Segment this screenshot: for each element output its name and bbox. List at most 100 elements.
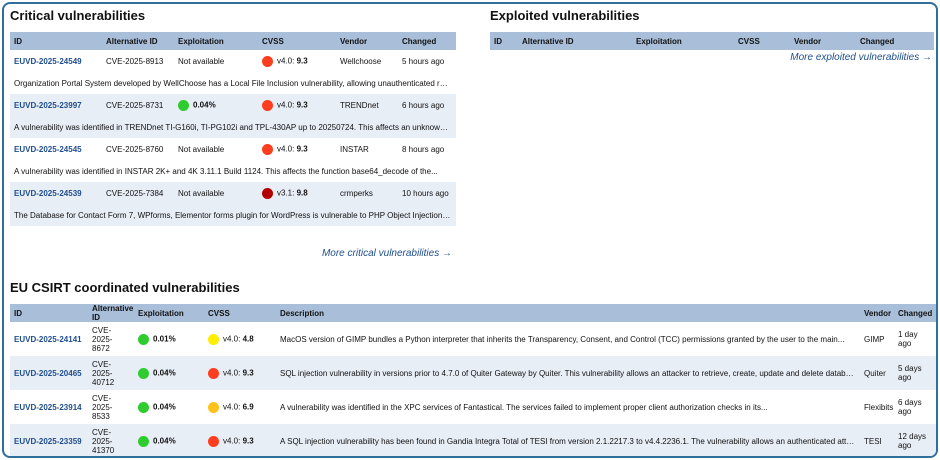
col-header-changed: Changed (398, 32, 456, 50)
eu-csirt-section-title: EU CSIRT coordinated vulnerabilities (10, 280, 240, 295)
col-header-exploitation: Exploitation (134, 304, 204, 322)
col-header-alt-id: Alternative ID (88, 304, 134, 322)
table-row[interactable]: EUVD-2025-23997 CVE-2025-8731 0.04% v4.0: 9… (10, 94, 456, 116)
exploitation-cell: 0.04% (134, 356, 204, 390)
cvss-cell: v4.0: 9.3 (258, 138, 336, 160)
vulnerability-id-link[interactable]: EUVD-2025-23997 (14, 101, 82, 110)
vendor-cell: GIMP (864, 334, 885, 344)
exploitation-value: Not available (178, 56, 225, 66)
table-row[interactable]: EUVD-2025-24545 CVE-2025-8760 Not availabl… (10, 138, 456, 160)
description-cell: The Database for Contact Form 7, WPforms… (10, 204, 456, 226)
cvss-cell: v4.0: 4.8 (204, 322, 276, 356)
exploitation-value: 0.04% (153, 368, 176, 378)
exploitation-value: Not available (178, 188, 225, 198)
exploitation-indicator-icon (138, 401, 149, 413)
alt-id-cell: CVE-2025-8913 (106, 56, 164, 66)
exploitation-value: 0.04% (193, 100, 216, 110)
exploitation-cell: Not available (174, 182, 258, 204)
exploitation-value: 0.04% (153, 402, 176, 412)
col-header-cvss: CVSS (204, 304, 276, 322)
col-header-cvss: CVSS (734, 32, 790, 50)
eu-csirt-table: ID Alternative ID Exploitation CVSS Desc… (10, 304, 936, 456)
alt-id-cell: CVE-2025-40712 (88, 356, 134, 390)
table-row[interactable]: EUVD-2025-24549 CVE-2025-8913 Not availabl… (10, 50, 456, 72)
changed-cell: 10 hours ago (398, 182, 456, 204)
cvss-score: 9.3 (296, 56, 308, 66)
col-header-changed: Changed (856, 32, 934, 50)
cvss-score: 9.3 (242, 436, 254, 446)
col-header-exploitation: Exploitation (174, 32, 258, 50)
vulnerability-id-link[interactable]: EUVD-2025-23359 (14, 437, 82, 446)
more-exploited-link[interactable]: More exploited vulnerabilities → (734, 52, 932, 63)
exploited-table: ID Alternative ID Exploitation CVSS Vend… (490, 32, 934, 50)
changed-cell: 6 days ago (898, 398, 922, 416)
cvss-severity-icon (208, 333, 219, 345)
description-cell: A vulnerability was identified in INSTAR… (14, 166, 438, 176)
cvss-score: 9.3 (242, 368, 254, 378)
col-header-id: ID (490, 32, 518, 50)
cvss-score: 9.3 (296, 100, 308, 110)
critical-section-title: Critical vulnerabilities (10, 8, 146, 23)
table-row-description: Organization Portal System developed by … (10, 72, 456, 94)
vulnerability-id-link[interactable]: EUVD-2025-23914 (14, 403, 82, 412)
cvss-cell: v4.0: 9.3 (258, 50, 336, 72)
vulnerability-id-link[interactable]: EUVD-2025-20465 (14, 369, 82, 378)
cvss-cell: v4.0: 9.3 (204, 424, 276, 456)
cvss-version: v4.0: (223, 334, 241, 344)
table-row[interactable]: EUVD-2025-23914 CVE-2025-8533 0.04% v4.0: 6… (10, 390, 936, 424)
exploitation-value: 0.04% (153, 436, 176, 446)
cvss-version: v4.0: (277, 144, 295, 154)
cvss-version: v4.0: (223, 436, 241, 446)
cvss-severity-icon (262, 187, 273, 199)
cvss-severity-icon (262, 99, 273, 111)
more-critical-link[interactable]: More critical vulnerabilities → (254, 248, 452, 259)
cvss-version: v4.0: (277, 100, 295, 110)
critical-table: ID Alternative ID Exploitation CVSS Vend… (10, 32, 456, 226)
changed-cell: 1 day ago (898, 330, 918, 348)
cvss-severity-icon (208, 435, 219, 447)
col-header-description: Description (276, 304, 860, 322)
cvss-score: 9.8 (296, 188, 308, 198)
exploitation-indicator-icon (138, 367, 149, 379)
cvss-cell: v3.1: 9.8 (258, 182, 336, 204)
cvss-version: v4.0: (223, 368, 241, 378)
alt-id-cell: CVE-2025-8731 (102, 94, 174, 116)
changed-cell: 5 hours ago (402, 56, 445, 66)
description-cell: A SQL injection vulnerability has been f… (276, 424, 860, 456)
col-header-vendor: Vendor (790, 32, 856, 50)
cvss-score: 4.8 (242, 334, 254, 344)
exploitation-indicator-icon (178, 99, 189, 111)
exploitation-cell: Not available (174, 138, 258, 160)
cvss-severity-icon (208, 367, 219, 379)
id-cell: EUVD-2025-23997 (10, 94, 102, 116)
id-cell: EUVD-2025-24549 (10, 50, 102, 72)
id-cell: EUVD-2025-23914 (10, 390, 88, 424)
table-row[interactable]: EUVD-2025-23359 CVE-2025-41370 0.04% v4.0: … (10, 424, 936, 456)
vendor-cell: TRENDnet (336, 94, 398, 116)
vulnerability-id-link[interactable]: EUVD-2025-24549 (14, 57, 82, 66)
table-row[interactable]: EUVD-2025-24539 CVE-2025-7384 Not availabl… (10, 182, 456, 204)
exploitation-cell: 0.04% (174, 94, 258, 116)
table-row-description: The Database for Contact Form 7, WPforms… (10, 204, 456, 226)
vendor-cell: TESI (860, 424, 894, 456)
description-cell: Organization Portal System developed by … (14, 78, 456, 88)
cvss-severity-icon (262, 143, 273, 155)
vulnerability-id-link[interactable]: EUVD-2025-24545 (14, 145, 82, 154)
vulnerability-id-link[interactable]: EUVD-2025-24141 (14, 335, 82, 344)
vendor-cell: crmperks (336, 182, 398, 204)
table-row[interactable]: EUVD-2025-20465 CVE-2025-40712 0.04% v4.0: … (10, 356, 936, 390)
table-row[interactable]: EUVD-2025-24141 CVE-2025-8672 0.01% v4.0: 4… (10, 322, 936, 356)
vulnerability-id-link[interactable]: EUVD-2025-24539 (14, 189, 82, 198)
description-cell: A vulnerability was identified in the XP… (280, 402, 768, 412)
cvss-cell: v4.0: 6.9 (204, 390, 276, 424)
cvss-version: v3.1: (277, 188, 295, 198)
id-cell: EUVD-2025-23359 (10, 424, 88, 456)
col-header-id: ID (10, 304, 88, 322)
col-header-exploitation: Exploitation (632, 32, 734, 50)
alt-id-cell: CVE-2025-41370 (88, 424, 134, 456)
id-cell: EUVD-2025-24545 (10, 138, 102, 160)
table-row-description: A vulnerability was identified in TRENDn… (10, 116, 456, 138)
col-header-vendor: Vendor (860, 304, 894, 322)
critical-header-row: ID Alternative ID Exploitation CVSS Vend… (10, 32, 456, 50)
exploitation-cell: 0.04% (134, 424, 204, 456)
